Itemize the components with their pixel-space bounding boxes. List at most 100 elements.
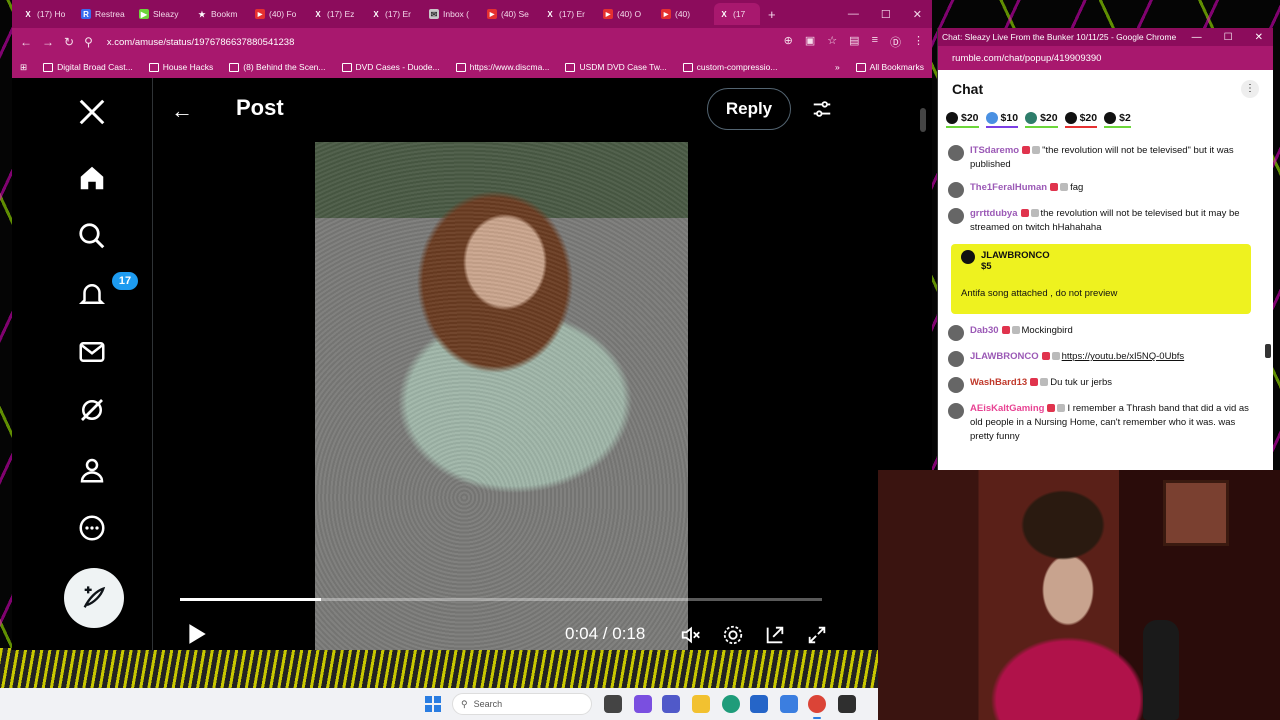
browser-tab[interactable]: R Restrea <box>76 3 134 25</box>
browser-tab[interactable]: ▶ (40) <box>656 3 714 25</box>
bookmark-item[interactable]: https://www.discma... <box>455 62 549 72</box>
menu-icon[interactable]: ⋮ <box>913 34 924 50</box>
chat-url-bar[interactable]: rumble.com/chat/popup/419909390 <box>938 46 1273 70</box>
pinned-rant[interactable]: $20 <box>1025 112 1058 128</box>
grok-icon[interactable] <box>72 390 112 430</box>
video-progress-bar[interactable] <box>180 598 822 601</box>
badge-icon <box>1051 352 1060 361</box>
chat-username[interactable]: ITSdaremo <box>970 145 1019 156</box>
chat-link[interactable]: https://youtu.be/xI5NQ-0Ubfs <box>1062 351 1185 362</box>
store-icon[interactable] <box>750 695 768 713</box>
rant-amount: $20 <box>1079 112 1098 124</box>
bookmarks-overflow-icon[interactable]: » <box>835 62 840 72</box>
pinned-rant[interactable]: $10 <box>985 112 1019 128</box>
bookmark-item[interactable]: USDM DVD Case Tw... <box>565 62 667 72</box>
address-bar[interactable]: x.com/amuse/status/1976786637880541238 <box>107 37 295 48</box>
browser-tab[interactable]: X (17) Ez <box>308 3 366 25</box>
pinned-rant[interactable]: $2 <box>1104 112 1131 128</box>
taskbar-search[interactable]: ⚲ Search <box>452 693 592 715</box>
messages-mail-icon[interactable] <box>72 332 112 372</box>
back-icon[interactable]: ← <box>20 35 32 49</box>
x-logo-icon[interactable] <box>72 92 112 132</box>
windows-start-icon[interactable] <box>425 696 441 712</box>
picture-in-picture-icon[interactable] <box>764 624 786 646</box>
chat-username[interactable]: Dab30 <box>970 325 999 336</box>
bookmark-icon <box>341 62 352 72</box>
back-arrow-icon[interactable]: ← <box>171 98 193 124</box>
adjust-settings-icon[interactable] <box>811 98 833 120</box>
chat-scrollbar[interactable] <box>1264 144 1272 470</box>
bookmark-item[interactable]: House Hacks <box>148 62 213 72</box>
youtube-icon: ▶ <box>661 9 671 19</box>
compose-post-button[interactable] <box>64 568 124 628</box>
chat-url: rumble.com/chat/popup/419909390 <box>952 52 1102 64</box>
maximize-icon[interactable]: ☐ <box>881 8 891 21</box>
bookmark-item[interactable]: custom-compressio... <box>682 62 777 72</box>
maximize-icon[interactable]: ☐ <box>1224 32 1233 43</box>
reload-icon[interactable]: ↻ <box>64 35 74 49</box>
minimize-icon[interactable]: — <box>848 8 859 21</box>
browser-tab[interactable]: ▶ (40) O <box>598 3 656 25</box>
pinned-rant[interactable]: $20 <box>1064 112 1098 128</box>
forward-icon[interactable]: → <box>42 35 54 49</box>
browser-tab[interactable]: ▶ Sleazy <box>134 3 192 25</box>
zoom-icon[interactable]: ⊕ <box>784 34 793 50</box>
chat-username[interactable]: WashBard13 <box>970 377 1027 388</box>
bookmark-icon <box>229 62 240 72</box>
profile-icon[interactable] <box>72 450 112 490</box>
browser-tab[interactable]: ▶ (40) Se <box>482 3 540 25</box>
app-icon[interactable] <box>780 695 798 713</box>
close-icon[interactable]: ✕ <box>1255 32 1263 43</box>
bookmark-item[interactable]: Digital Broad Cast... <box>43 62 133 72</box>
browser-tab[interactable]: X (17 <box>714 3 760 25</box>
browser-tab-label: Bookm <box>211 9 238 19</box>
home-icon[interactable] <box>72 158 112 198</box>
minimize-icon[interactable]: — <box>1192 32 1202 43</box>
more-options-icon[interactable] <box>72 508 112 548</box>
new-tab-icon[interactable]: + <box>768 7 776 22</box>
chat-username[interactable]: AEisKaltGaming <box>970 403 1044 414</box>
teams-icon[interactable] <box>662 695 680 713</box>
cast-icon[interactable]: ▣ <box>805 34 815 50</box>
youtube-icon: ▶ <box>255 9 265 19</box>
chat-username[interactable]: grrttdubya <box>970 208 1018 219</box>
site-info-icon[interactable]: ⚲ <box>84 35 93 49</box>
extension-icon[interactable]: ▤ <box>849 34 859 50</box>
copilot-icon[interactable] <box>634 695 652 713</box>
video-player[interactable]: 0:04 / 0:18 <box>170 142 832 650</box>
browser-tab[interactable]: X (17) Ho <box>18 3 76 25</box>
profile-avatar[interactable]: Ⓓ <box>890 34 901 50</box>
file-explorer-icon[interactable] <box>692 695 710 713</box>
media-icon[interactable]: ≡ <box>872 34 878 50</box>
browser-tab[interactable]: ▶ (40) Fo <box>250 3 308 25</box>
bookmark-star-icon[interactable]: ☆ <box>827 34 837 50</box>
video-frame[interactable] <box>315 142 688 650</box>
settings-gear-icon[interactable] <box>722 624 744 646</box>
apps-grid-icon[interactable]: ⊞ <box>20 62 27 73</box>
browser-tab[interactable]: X (17) Er <box>540 3 598 25</box>
chat-menu-icon[interactable]: ⋮ <box>1241 80 1259 98</box>
task-view-icon[interactable] <box>604 695 622 713</box>
all-bookmarks-button[interactable]: All Bookmarks <box>855 62 924 72</box>
browser-tab[interactable]: X (17) Er <box>366 3 424 25</box>
volume-icon[interactable] <box>680 624 702 646</box>
chat-username[interactable]: The1FeralHuman <box>970 182 1047 193</box>
reply-button[interactable]: Reply <box>707 88 791 130</box>
play-icon[interactable] <box>186 622 208 646</box>
bookmark-item[interactable]: DVD Cases - Duode... <box>341 62 440 72</box>
rant-username[interactable]: JLAWBRONCO <box>981 250 1050 261</box>
close-icon[interactable]: ✕ <box>913 8 922 21</box>
edge-icon[interactable] <box>722 695 740 713</box>
obs-icon[interactable] <box>838 695 856 713</box>
feather-plus-icon <box>83 586 106 608</box>
explore-search-icon[interactable] <box>72 216 112 256</box>
pinned-rant[interactable]: $20 <box>946 112 979 128</box>
notifications-bell-icon[interactable] <box>72 274 112 314</box>
bookmark-item[interactable]: (8) Behind the Scen... <box>229 62 326 72</box>
avatar <box>1025 112 1038 124</box>
chat-username[interactable]: JLAWBRONCO <box>970 351 1039 362</box>
fullscreen-icon[interactable] <box>806 624 828 646</box>
browser-tab[interactable]: ★ Bookm <box>192 3 250 25</box>
chrome-icon[interactable] <box>808 695 826 719</box>
browser-tab[interactable]: ✉ Inbox ( <box>424 3 482 25</box>
